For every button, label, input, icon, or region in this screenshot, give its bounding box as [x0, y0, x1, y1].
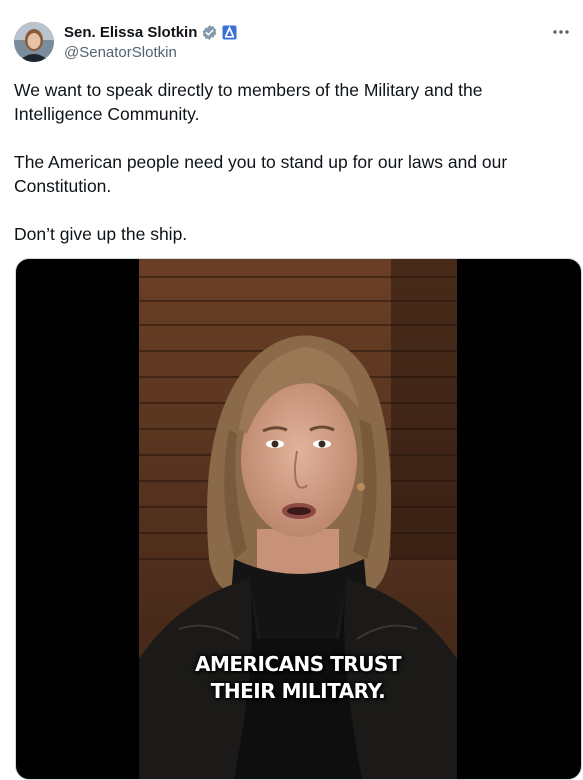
avatar[interactable] — [14, 22, 54, 62]
tweet-paragraph: We want to speak directly to members of … — [14, 80, 483, 124]
caption-line: THEIR MILITARY. — [210, 679, 386, 703]
tweet: Sen. Elissa Slotkin @SenatorSlotkin We w… — [0, 0, 583, 780]
tweet-paragraph: The American people need you to stand up… — [14, 152, 508, 196]
caption-line: AMERICANS TRUST — [195, 652, 401, 676]
tweet-paragraph: Don’t give up the ship. — [14, 224, 188, 244]
avatar-photo — [14, 22, 54, 62]
name-row: Sen. Elissa Slotkin — [64, 22, 237, 42]
video-frame[interactable]: AMERICANS TRUST THEIR MILITARY. — [139, 259, 457, 779]
handle[interactable]: @SenatorSlotkin — [64, 44, 237, 61]
author-block: Sen. Elissa Slotkin @SenatorSlotkin — [64, 22, 237, 61]
government-label-icon[interactable] — [222, 25, 237, 40]
verified-badge-icon — [201, 24, 218, 41]
tweet-text: We want to speak directly to members of … — [14, 78, 569, 270]
display-name[interactable]: Sen. Elissa Slotkin — [64, 24, 197, 41]
more-options-icon — [553, 30, 569, 34]
more-options-button[interactable] — [549, 22, 573, 42]
video-caption: AMERICANS TRUST THEIR MILITARY. — [139, 651, 457, 705]
video-player[interactable]: AMERICANS TRUST THEIR MILITARY. — [15, 258, 582, 780]
